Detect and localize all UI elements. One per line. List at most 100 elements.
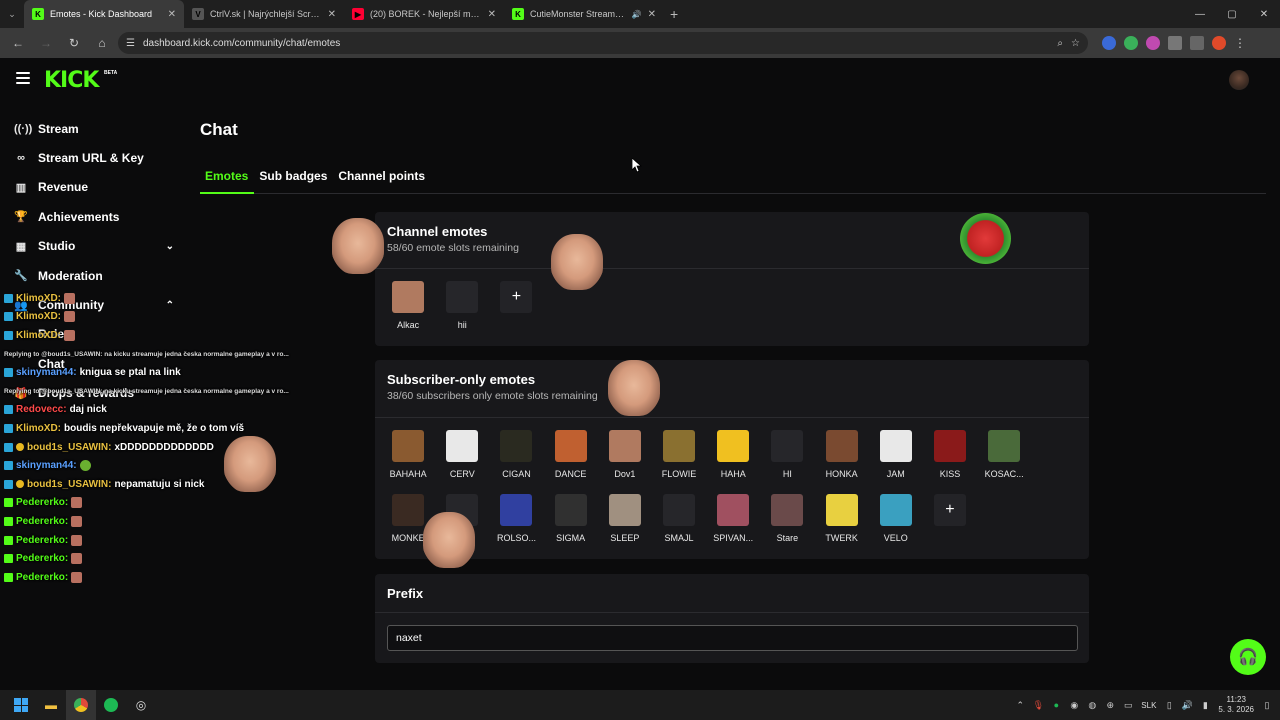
emote-item[interactable]: Stare bbox=[760, 494, 814, 558]
overlay-chat-line: Pedererko: bbox=[4, 494, 394, 513]
add-emote-button[interactable]: + bbox=[923, 494, 977, 558]
emote-item[interactable]: HAHA bbox=[706, 430, 760, 494]
sidebar-item-achievements[interactable]: 🏆 Achievements bbox=[0, 202, 190, 231]
obs-taskbar-icon[interactable]: ◎ bbox=[126, 690, 156, 720]
network-icon[interactable]: ⊕ bbox=[1105, 700, 1115, 710]
volume-icon[interactable]: 🔊 bbox=[1182, 700, 1193, 710]
emote-item[interactable]: SIGMA bbox=[544, 494, 598, 558]
notifications-icon[interactable]: ▯ bbox=[1262, 700, 1272, 710]
hamburger-menu-icon[interactable] bbox=[16, 72, 30, 84]
chat-message: boudis nepřekvapuje mě, že o tom víš bbox=[64, 422, 245, 434]
user-avatar[interactable] bbox=[1229, 70, 1249, 90]
battery-icon[interactable]: ▮ bbox=[1200, 700, 1210, 710]
sidebar-item-drops-rewards[interactable]: 🎁 Drops & rewards bbox=[0, 379, 190, 408]
emote-item[interactable]: BAHAHA bbox=[381, 430, 435, 494]
sidebar-item-stream[interactable]: ((·)) Stream bbox=[0, 114, 190, 143]
close-tab-icon[interactable]: ✕ bbox=[168, 9, 176, 20]
close-tab-icon[interactable]: ✕ bbox=[488, 9, 496, 20]
chat-username: Pedererko: bbox=[16, 553, 69, 565]
file-explorer-icon[interactable]: ▬ bbox=[36, 690, 66, 720]
display-icon[interactable]: ▭ bbox=[1123, 700, 1133, 710]
back-button[interactable]: ← bbox=[6, 31, 30, 55]
chrome-taskbar-icon[interactable] bbox=[66, 690, 96, 720]
steam-icon[interactable]: ◉ bbox=[1069, 700, 1079, 710]
tab-channel-points[interactable]: Channel points bbox=[333, 166, 431, 194]
browser-tab[interactable]: K CutieMonster Stream - Wat 🔊 ✕ bbox=[504, 0, 664, 28]
sidebar-item-moderation[interactable]: 🔧 Moderation bbox=[0, 261, 190, 290]
emote-item[interactable]: CERV bbox=[435, 430, 489, 494]
microphone-icon[interactable]: 🎙 bbox=[1033, 700, 1044, 710]
emote-name: CIGAN bbox=[502, 469, 531, 479]
emote-item[interactable]: VELO bbox=[869, 494, 923, 558]
emote-name: CERV bbox=[449, 469, 475, 479]
emote-item[interactable]: Alkac bbox=[381, 281, 435, 345]
sidebar-subitem-chat[interactable]: Chat bbox=[0, 349, 190, 378]
wifi-icon[interactable]: ▯ bbox=[1164, 700, 1174, 710]
address-bar[interactable]: ☰ dashboard.kick.com/community/chat/emot… bbox=[118, 32, 1088, 54]
close-tab-icon[interactable]: ✕ bbox=[328, 9, 336, 20]
tab-audio-icon[interactable]: 🔊 bbox=[632, 10, 642, 19]
new-tab-button[interactable]: + bbox=[670, 6, 678, 22]
clock[interactable]: 11:23 5. 3. 2026 bbox=[1218, 695, 1254, 715]
emote-item[interactable]: KOSAC... bbox=[977, 430, 1031, 494]
discord-icon[interactable]: ◍ bbox=[1087, 700, 1097, 710]
clock-time: 11:23 bbox=[1226, 695, 1246, 704]
close-window-button[interactable]: ✕ bbox=[1248, 9, 1280, 20]
browser-tab[interactable]: V CtrlV.sk | Najrýchlejší ScreenSh ✕ bbox=[184, 0, 344, 28]
emote-item[interactable]: SPIVAN... bbox=[706, 494, 760, 558]
browser-tab[interactable]: ▶ (20) BOREK - Nejlepší mořský p ✕ bbox=[344, 0, 504, 28]
spotify-taskbar-icon[interactable] bbox=[96, 690, 126, 720]
emote-name: TWERK bbox=[825, 533, 858, 543]
emote-item[interactable]: SLEEP bbox=[598, 494, 652, 558]
tab-sub-badges[interactable]: Sub badges bbox=[254, 166, 333, 194]
extension-icon[interactable] bbox=[1102, 36, 1116, 50]
zoom-icon[interactable]: ⌕ bbox=[1057, 38, 1063, 49]
prefix-input[interactable] bbox=[387, 625, 1078, 651]
start-windows-icon[interactable] bbox=[6, 690, 36, 720]
tab-emotes[interactable]: Emotes bbox=[200, 166, 255, 194]
browser-tab[interactable]: K Emotes - Kick Dashboard ✕ bbox=[24, 0, 184, 28]
sidebar-subitem-roles[interactable]: Roles bbox=[0, 320, 190, 349]
emote-item[interactable]: DANCE bbox=[544, 430, 598, 494]
sidebar-item-studio[interactable]: ▦ Studio ⌄ bbox=[0, 232, 190, 261]
forward-button[interactable]: → bbox=[34, 31, 58, 55]
home-button[interactable]: ⌂ bbox=[90, 31, 114, 55]
language-indicator[interactable]: SLK bbox=[1141, 701, 1156, 710]
extensions-puzzle-icon[interactable] bbox=[1168, 36, 1182, 50]
emote-image bbox=[771, 430, 804, 462]
profile-avatar[interactable] bbox=[1212, 36, 1226, 50]
emote-item[interactable]: HONKA bbox=[815, 430, 869, 494]
emote-item[interactable]: HI bbox=[760, 430, 814, 494]
kick-logo[interactable]: KICK bbox=[44, 68, 99, 93]
tab-search-button[interactable]: ⌄ bbox=[0, 0, 24, 28]
tab-list-icon[interactable] bbox=[1190, 36, 1204, 50]
support-headset-button[interactable]: 🎧 bbox=[1230, 639, 1266, 675]
close-tab-icon[interactable]: ✕ bbox=[648, 9, 656, 20]
emote-item[interactable]: FLOWIE bbox=[652, 430, 706, 494]
emote-item[interactable]: SMAJL bbox=[652, 494, 706, 558]
browser-menu-icon[interactable]: ⋮ bbox=[1234, 36, 1246, 50]
emote-item[interactable]: JAM bbox=[869, 430, 923, 494]
emote-item[interactable]: Dov1 bbox=[598, 430, 652, 494]
chevron-up-icon[interactable]: ⌃ bbox=[166, 300, 174, 311]
emote-item[interactable]: TWERK bbox=[815, 494, 869, 558]
emote-item[interactable]: KISS bbox=[923, 430, 977, 494]
spotify-tray-icon[interactable]: ● bbox=[1051, 700, 1061, 710]
emote-item[interactable]: CIGAN bbox=[489, 430, 543, 494]
sidebar-item-revenue[interactable]: ▥ Revenue bbox=[0, 173, 190, 202]
url-text: dashboard.kick.com/community/chat/emotes bbox=[142, 37, 341, 49]
site-info-icon[interactable]: ☰ bbox=[126, 38, 135, 49]
extension-icon[interactable] bbox=[1124, 36, 1138, 50]
maximize-button[interactable]: ▢ bbox=[1216, 9, 1248, 20]
tray-overflow-icon[interactable]: ⌃ bbox=[1015, 700, 1025, 710]
emote-item[interactable]: ROLSO... bbox=[489, 494, 543, 558]
chevron-down-icon[interactable]: ⌄ bbox=[166, 241, 174, 252]
extension-icon[interactable] bbox=[1146, 36, 1160, 50]
minimize-button[interactable]: — bbox=[1184, 9, 1216, 20]
emote-item[interactable]: hii bbox=[435, 281, 489, 345]
sidebar-item-stream-url-key[interactable]: ∞ Stream URL & Key bbox=[0, 143, 190, 172]
add-emote-button[interactable]: + bbox=[489, 281, 543, 345]
sidebar-item-community[interactable]: 👥 Community ⌃ bbox=[0, 290, 190, 319]
reload-button[interactable]: ↻ bbox=[62, 31, 86, 55]
bookmark-star-icon[interactable]: ☆ bbox=[1071, 38, 1080, 49]
